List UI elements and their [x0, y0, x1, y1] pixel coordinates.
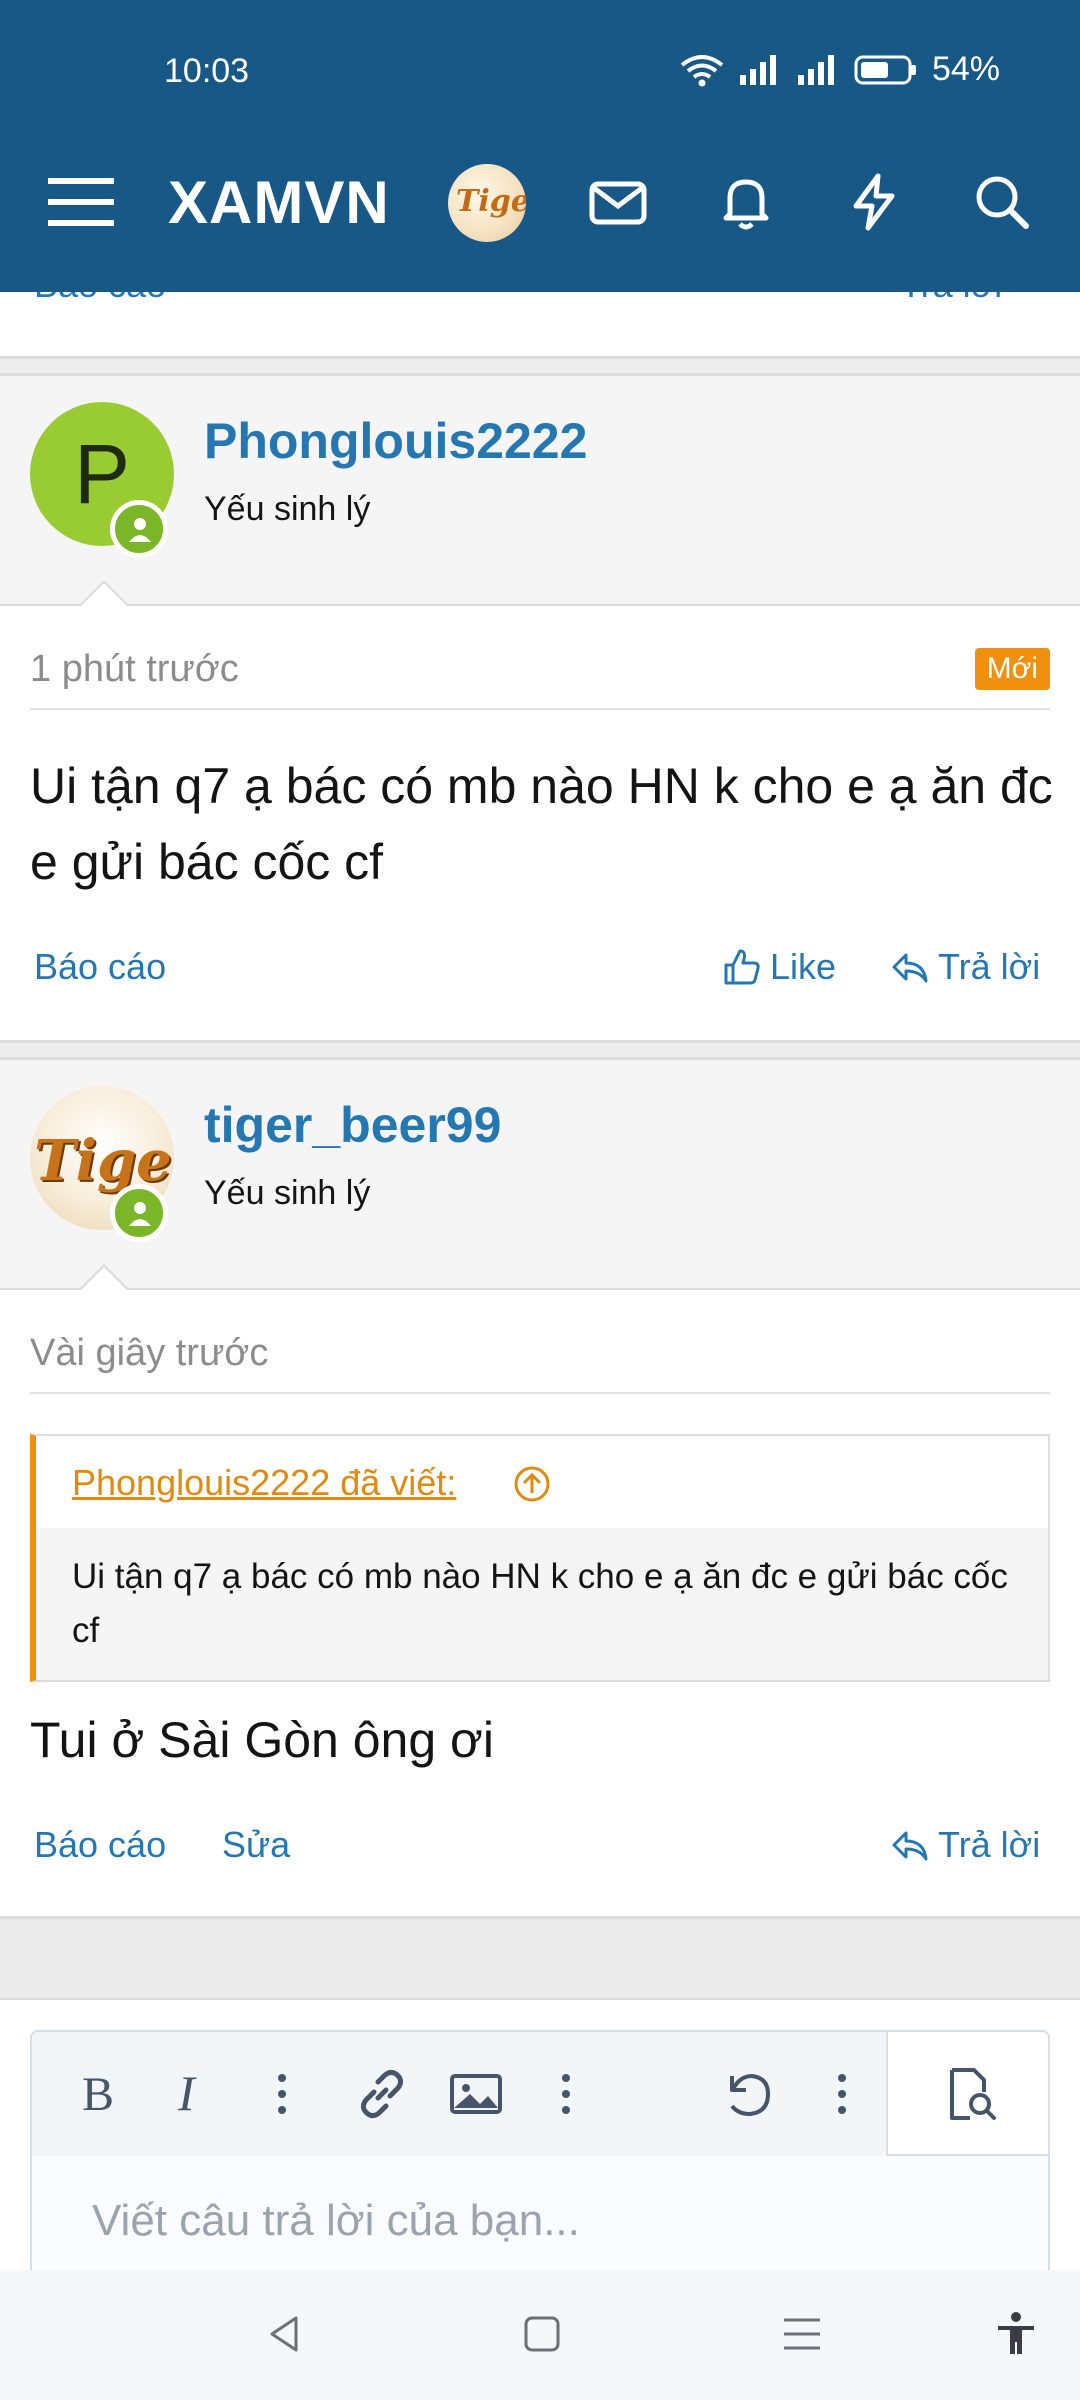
battery-icon — [854, 55, 916, 84]
report-link[interactable]: Báo cáo — [34, 292, 166, 306]
user-title: Yếu sinh lý — [204, 1174, 371, 1212]
quote-text: Ui tận q7 ạ bác có mb nào HN k cho e ạ ă… — [36, 1528, 1048, 1680]
back-icon[interactable] — [262, 2310, 310, 2358]
thumbs-up-icon — [724, 949, 760, 985]
post-header: P Phonglouis2222 Yếu sinh lý — [0, 376, 1080, 607]
report-button[interactable]: Báo cáo — [34, 1824, 166, 1866]
reply-button[interactable]: Trả lời — [890, 1824, 1040, 1866]
like-button[interactable]: Like — [722, 946, 836, 988]
bell-icon[interactable] — [714, 170, 778, 234]
section-gap — [0, 1916, 1080, 1998]
post-actions: Báo cáo Like Trả lời — [34, 946, 1048, 996]
post-message: Tui ở Sài Gòn ông ơi — [30, 1712, 494, 1768]
bold-icon[interactable]: B — [68, 2062, 132, 2126]
quote-header[interactable]: Phonglouis2222 đã viết: — [36, 1436, 1048, 1528]
svg-text:I: I — [177, 2065, 197, 2121]
post-time[interactable]: Vài giây trước — [30, 1332, 268, 1374]
top-bar: 10:03 54% XAMVN Tiger — [0, 0, 1080, 292]
reply-icon — [892, 1831, 928, 1861]
reply-button[interactable]: Trả lời — [890, 946, 1040, 988]
reply-icon — [892, 953, 928, 983]
mail-icon[interactable] — [586, 170, 650, 234]
more-icon[interactable] — [534, 2062, 598, 2126]
system-nav-bar — [0, 2270, 1080, 2400]
thread-content: Báo cáo Trả lời P Phonglouis2222 Yếu sin… — [0, 292, 1080, 2270]
more-icon[interactable] — [810, 2062, 874, 2126]
new-badge: Mới — [974, 648, 1050, 690]
user-title: Yếu sinh lý — [204, 490, 371, 528]
link-icon[interactable] — [350, 2062, 414, 2126]
signal-icon — [797, 54, 834, 85]
reply-editor[interactable]: B I Viết câu trả lời của bạn... — [30, 2030, 1050, 2270]
post-header: Tiger tiger_beer99 Yếu sinh lý — [0, 1060, 1080, 1291]
recents-icon[interactable] — [778, 2310, 826, 2358]
post-separator — [0, 356, 1080, 376]
menu-icon[interactable] — [48, 172, 114, 232]
reply-input-placeholder[interactable]: Viết câu trả lời của bạn... — [92, 2196, 580, 2246]
site-brand[interactable]: XAMVN — [168, 168, 390, 237]
undo-icon[interactable] — [716, 2062, 780, 2126]
post-message: Ui tận q7 ạ bác có mb nào HN k cho e ạ ă… — [30, 758, 1053, 890]
post-notch — [78, 1264, 130, 1291]
reply-link[interactable]: Trả lời — [900, 292, 1002, 306]
edit-button[interactable]: Sửa — [222, 1824, 290, 1866]
preview-icon — [950, 2068, 996, 2120]
wifi-icon — [680, 54, 724, 86]
post-meta: 1 phút trước Mới — [30, 648, 1050, 710]
username[interactable]: tiger_beer99 — [204, 1096, 501, 1154]
quote-block: Phonglouis2222 đã viết: Ui tận q7 ạ bác … — [30, 1434, 1050, 1682]
more-icon[interactable] — [250, 2062, 314, 2126]
post-time[interactable]: 1 phút trước — [30, 648, 239, 690]
editor-toolbar: B I — [32, 2032, 1048, 2156]
post-notch — [78, 580, 130, 607]
status-bar: 10:03 54% — [0, 48, 1080, 96]
image-icon[interactable] — [444, 2062, 508, 2126]
app-bar: XAMVN Tiger — [0, 150, 1080, 255]
previous-post-actions: Báo cáo Trả lời — [0, 292, 1080, 356]
post-separator — [0, 1040, 1080, 1060]
italic-icon[interactable]: I — [160, 2062, 224, 2126]
svg-text:B: B — [82, 2068, 114, 2121]
signal-icon — [739, 54, 776, 85]
online-status-icon — [110, 500, 168, 558]
report-button[interactable]: Báo cáo — [34, 946, 166, 988]
battery-level: 54% — [931, 50, 1000, 88]
post-actions: Báo cáo Sửa Trả lời — [34, 1824, 1048, 1874]
user-avatar-logo[interactable]: Tiger — [448, 164, 526, 242]
arrow-up-circle-icon[interactable] — [512, 1464, 552, 1504]
lightning-icon[interactable] — [842, 170, 906, 234]
search-icon[interactable] — [970, 170, 1034, 234]
status-time: 10:03 — [164, 52, 250, 90]
username[interactable]: Phonglouis2222 — [204, 412, 587, 470]
home-icon[interactable] — [518, 2310, 566, 2358]
online-status-icon — [110, 1184, 168, 1242]
preview-button[interactable] — [888, 2032, 1048, 2156]
post-meta: Vài giây trước — [30, 1332, 1050, 1394]
quote-author[interactable]: Phonglouis2222 đã viết: — [72, 1462, 456, 1503]
accessibility-icon[interactable] — [992, 2310, 1040, 2358]
